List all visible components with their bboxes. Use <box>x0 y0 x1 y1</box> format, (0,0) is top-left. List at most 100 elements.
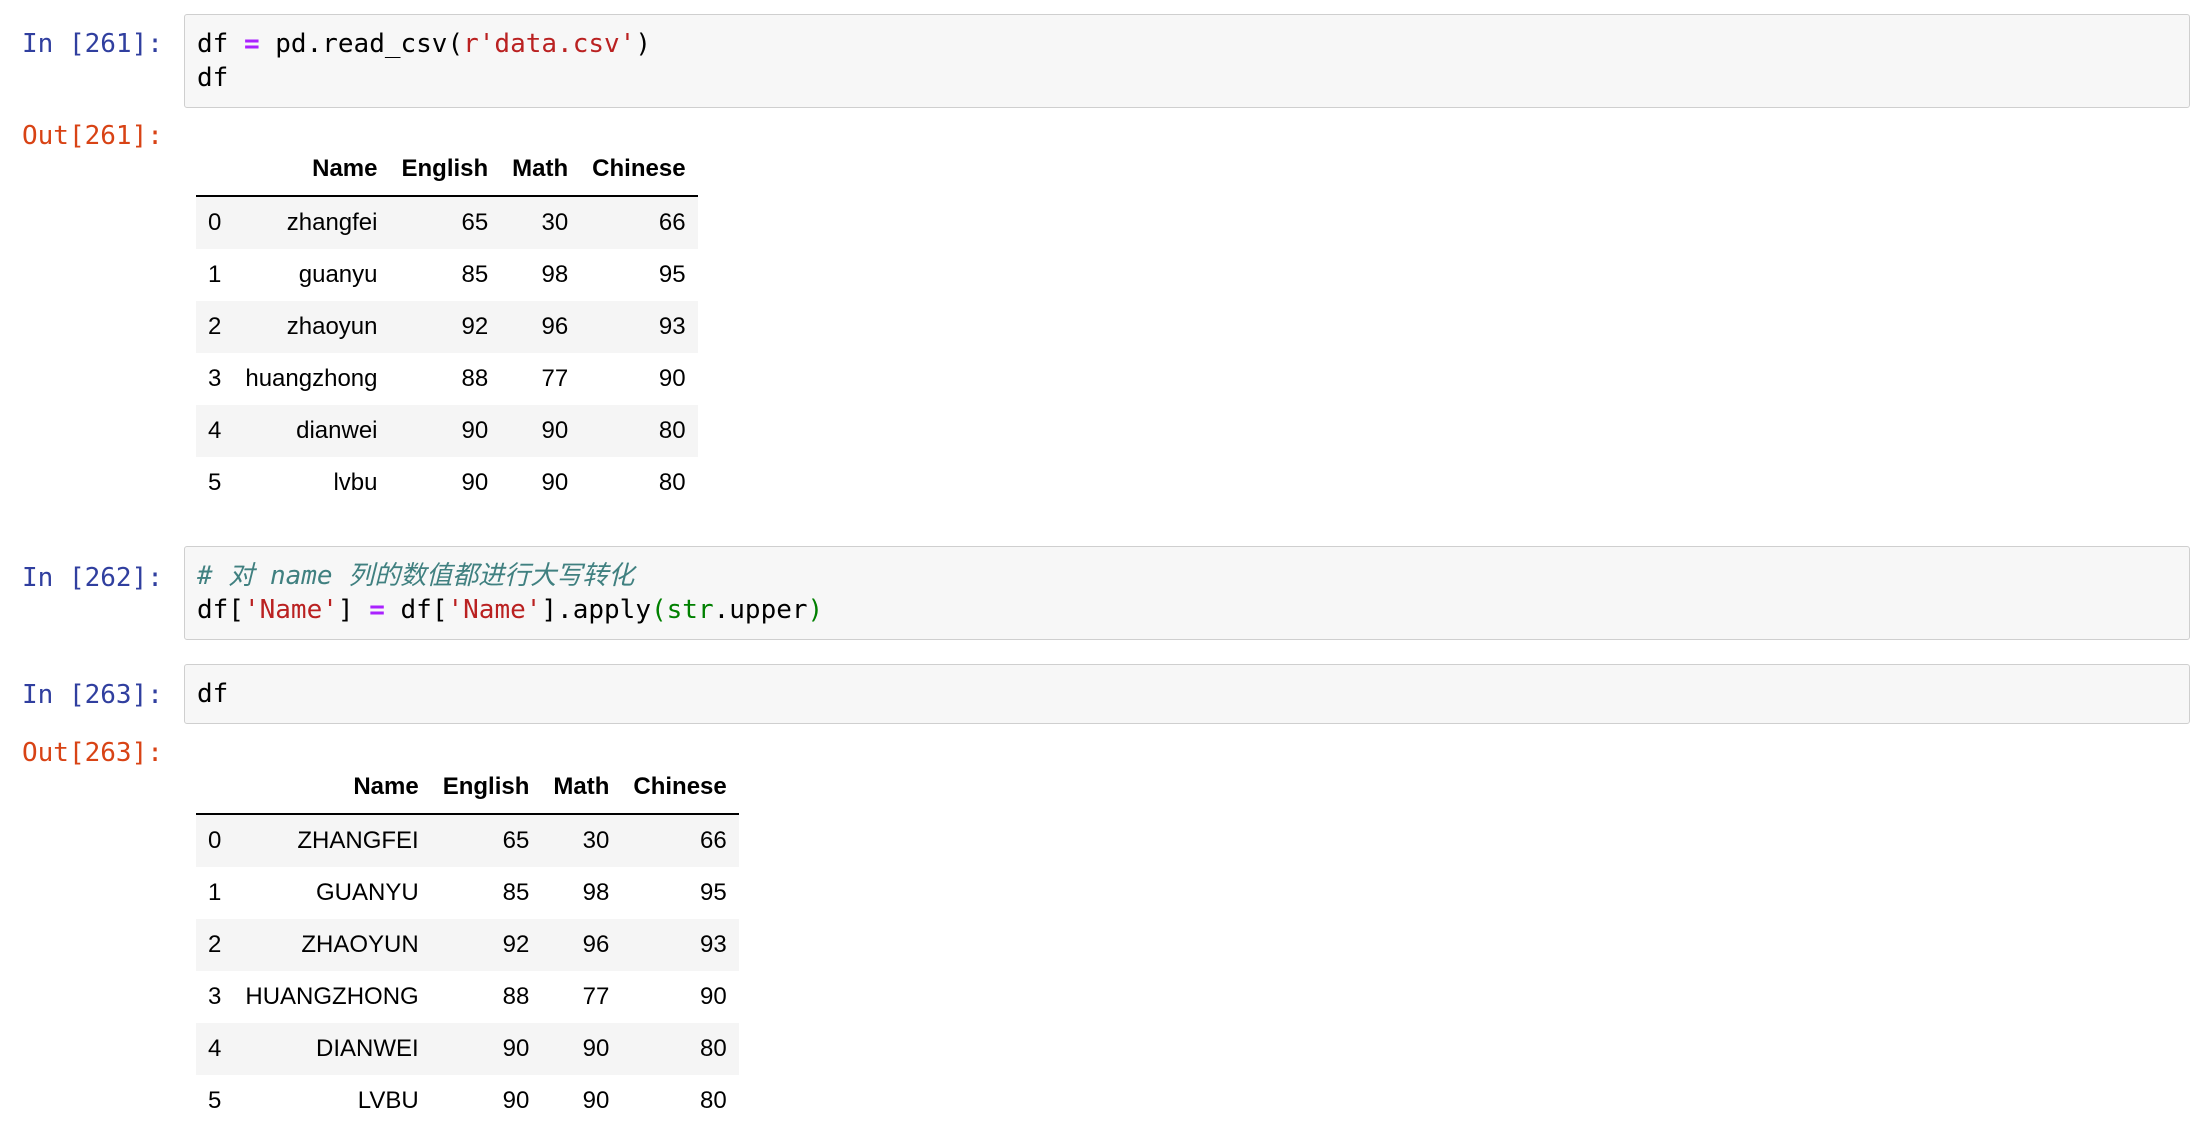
table-row: 4 dianwei 90 90 80 <box>196 405 698 457</box>
index-header <box>196 143 234 197</box>
out-prompt: Out[263]: <box>22 738 163 768</box>
table-cell: 90 <box>582 1035 610 1062</box>
table-cell: zhaoyun <box>286 313 378 340</box>
index-header <box>196 761 234 815</box>
table-cell: HUANGZHONG <box>245 983 419 1010</box>
table-cell: lvbu <box>333 469 378 496</box>
row-index: 5 <box>208 469 222 496</box>
table-cell: 96 <box>582 931 610 958</box>
table-cell: 96 <box>541 313 569 340</box>
code-token: ) <box>635 29 651 59</box>
code-token: = <box>243 29 260 59</box>
out-prompt: Out[261]: <box>22 121 163 151</box>
code-token: ] <box>337 595 370 625</box>
code-token: df <box>197 29 244 59</box>
column-header: English <box>430 761 542 815</box>
table-cell: 66 <box>658 209 686 236</box>
row-index: 3 <box>208 983 222 1010</box>
code-token: 'Name' <box>243 595 338 625</box>
table-cell: zhangfei <box>286 209 378 236</box>
code-line: df <box>197 677 228 711</box>
code-token: # 对 name 列的数值都进行大写转化 <box>197 561 635 591</box>
table-cell: 98 <box>541 261 569 288</box>
table-cell: 90 <box>541 417 569 444</box>
code-input-area[interactable]: # 对 name 列的数值都进行大写转化 df['Name'] = df['Nam… <box>184 546 2190 640</box>
code-editor[interactable]: df = pd.read_csv(r'data.csv') df <box>197 27 651 95</box>
table-cell: 30 <box>541 209 569 236</box>
column-header: Name <box>233 761 431 815</box>
code-token: r'data.csv' <box>463 29 636 59</box>
table-row: 1 guanyu 85 98 95 <box>196 249 698 301</box>
code-token: .upper <box>713 595 808 625</box>
table-row: 3 huangzhong 88 77 90 <box>196 353 698 405</box>
row-index: 5 <box>208 1087 222 1114</box>
code-token: = <box>369 595 385 625</box>
column-header: Name <box>233 143 390 197</box>
column-header: Math <box>541 761 622 815</box>
code-input-area[interactable]: df = pd.read_csv(r'data.csv') df <box>184 14 2190 108</box>
row-index: 3 <box>208 365 222 392</box>
table-cell: 90 <box>700 983 727 1010</box>
table-row: 3 HUANGZHONG 88 77 90 <box>196 971 739 1023</box>
code-token: 'Name' <box>447 595 542 625</box>
table-cell: LVBU <box>357 1087 419 1114</box>
code-editor[interactable]: # 对 name 列的数值都进行大写转化 df['Name'] = df['Nam… <box>197 559 823 627</box>
code-token: (str <box>650 595 714 625</box>
table-cell: 80 <box>700 1035 727 1062</box>
code-token: ].apply <box>541 595 651 625</box>
table-cell: ZHANGFEI <box>297 827 419 854</box>
code-token: df <box>197 679 229 709</box>
in-prompt: In [262]: <box>22 563 163 593</box>
code-editor[interactable]: df <box>197 677 228 711</box>
table-row: 4 DIANWEI 90 90 80 <box>196 1023 739 1075</box>
code-line: df <box>197 61 651 95</box>
row-index: 4 <box>208 1035 222 1062</box>
table-cell: 93 <box>700 931 727 958</box>
table-cell: 90 <box>461 469 489 496</box>
table-cell: 92 <box>461 313 489 340</box>
table-cell: 90 <box>502 1035 530 1062</box>
table-row: 1 GUANYU 85 98 95 <box>196 867 739 919</box>
table-cell: 77 <box>582 983 610 1010</box>
in-prompt: In [263]: <box>22 680 163 710</box>
table-cell: 88 <box>502 983 530 1010</box>
code-line: # 对 name 列的数值都进行大写转化 <box>197 559 823 593</box>
code-token: df[ <box>384 595 448 625</box>
table-cell: GUANYU <box>316 879 419 906</box>
row-index: 1 <box>208 879 222 906</box>
row-index: 0 <box>208 209 222 236</box>
table-cell: 90 <box>502 1087 530 1114</box>
table-cell: 80 <box>658 469 686 496</box>
table-cell: 80 <box>700 1087 727 1114</box>
table-row: 5 LVBU 90 90 80 <box>196 1075 739 1127</box>
table-cell: 85 <box>502 879 530 906</box>
table-cell: 90 <box>658 365 686 392</box>
column-header: Math <box>500 143 581 197</box>
code-line: df = pd.read_csv(r'data.csv') <box>197 27 651 61</box>
dataframe-table: Name English Math Chinese 0 zhangfei 65 30 66 1 gu… <box>196 143 698 509</box>
table-cell: 88 <box>461 365 489 392</box>
table-header-row: Name English Math Chinese <box>196 761 739 815</box>
table-cell: 90 <box>461 417 489 444</box>
table-cell: 95 <box>700 879 727 906</box>
table-cell: 65 <box>502 827 530 854</box>
table-header-row: Name English Math Chinese <box>196 143 698 197</box>
table-cell: 92 <box>502 931 530 958</box>
table-row: 5 lvbu 90 90 80 <box>196 457 698 509</box>
table-row: 0 zhangfei 65 30 66 <box>196 196 698 249</box>
table-cell: guanyu <box>298 261 378 288</box>
table-row: 0 ZHANGFEI 65 30 66 <box>196 814 739 867</box>
code-token: pd.read_csv( <box>259 29 464 59</box>
table-cell: 77 <box>541 365 569 392</box>
table-cell: 93 <box>658 313 686 340</box>
column-header: Chinese <box>621 761 739 815</box>
table-cell: 90 <box>541 469 569 496</box>
code-input-area[interactable]: df <box>184 664 2190 724</box>
table-cell: 85 <box>461 261 489 288</box>
table-cell: 80 <box>658 417 686 444</box>
table-cell: 65 <box>461 209 489 236</box>
table-cell: huangzhong <box>245 365 378 392</box>
table-row: 2 zhaoyun 92 96 93 <box>196 301 698 353</box>
code-token: ) <box>807 595 824 625</box>
table-cell: 66 <box>700 827 727 854</box>
